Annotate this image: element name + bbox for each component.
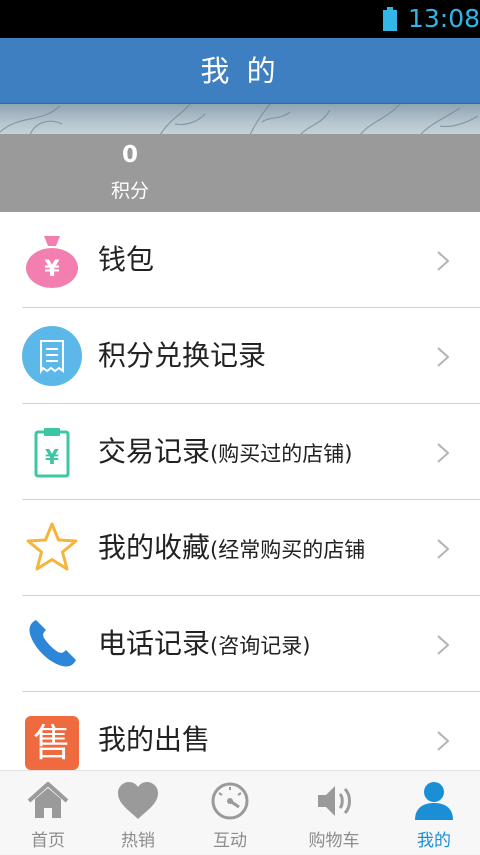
transactions-note: (购买过的店铺) [210,442,353,466]
page-title: 我 的 [0,38,480,104]
clipboard-yen-icon: ¥ [34,428,70,478]
tab-home[interactable]: 首页 [0,771,96,855]
status-bar: 13:08 [0,0,480,38]
branches-illustration [0,104,479,135]
menu-item-points-exchange[interactable]: 积分兑换记录 [0,308,480,404]
menu-item-wallet[interactable]: ¥ 钱包 [0,212,480,308]
tab-label: 首页 [31,831,65,851]
svg-text:¥: ¥ [45,445,59,469]
chevron-right-icon [437,539,450,559]
menu-item-transactions[interactable]: ¥ 交易记录(购买过的店铺) [0,404,480,500]
menu-item-label: 我的出售 [98,720,210,760]
tab-mine[interactable]: 我的 [386,771,480,855]
chevron-right-icon [437,635,450,655]
battery-icon [383,7,397,31]
dial-icon [211,782,249,820]
svg-text:¥: ¥ [44,257,60,282]
tab-label: 购物车 [308,831,360,851]
menu-item-phone-records[interactable]: 电话记录(咨询记录) [0,596,480,692]
money-bag-icon: ¥ [26,236,78,288]
points-exchange-label: 积分兑换记录 [98,339,267,372]
menu-item-label: 电话记录(咨询记录) [98,624,310,666]
menu-item-favorites[interactable]: 我的收藏(经常购买的店铺 [0,500,480,596]
menu-item-label: 积分兑换记录 [98,336,266,376]
menu-item-label: 我的收藏(经常购买的店铺 [98,528,365,570]
tab-label: 热销 [121,831,155,851]
profile-banner-image [0,104,480,135]
tab-label: 互动 [213,831,247,851]
tab-cart[interactable]: 购物车 [286,771,382,855]
sale-icon: 售 [25,716,79,770]
menu-item-my-sales[interactable]: 售 我的出售 [0,692,480,770]
heart-icon [118,782,158,819]
favorites-note: (经常购买的店铺 [210,538,366,562]
phone-icon [29,620,77,667]
home-icon [27,782,69,818]
tab-label: 我的 [417,831,451,851]
points-value: 0 [121,142,138,168]
menu-list: ¥ 钱包 积分兑换记录 ¥ 交易记录(购买过的店铺) 我的收藏(经常购买的店铺 … [0,212,480,770]
phone-records-label: 电话记录 [98,627,211,660]
star-icon [26,522,78,571]
phone-records-note: (咨询记录) [210,634,311,658]
chevron-right-icon [437,443,450,463]
tab-interact[interactable]: 互动 [182,771,278,855]
my-sales-label: 我的出售 [98,723,211,756]
points-panel[interactable]: 0 积分 [0,134,480,212]
bottom-tab-bar: 首页 热销 互动 购物车 我的 [0,770,480,854]
receipt-icon [22,326,82,386]
menu-item-label: 钱包 [98,240,154,280]
chevron-right-icon [437,251,450,271]
points-label: 积分 [110,180,149,202]
menu-item-label: 交易记录(购买过的店铺) [98,432,352,474]
wallet-label: 钱包 [98,243,155,276]
person-icon [415,782,453,820]
chevron-right-icon [437,347,450,367]
status-time: 13:08 [408,4,480,33]
chevron-right-icon [437,731,450,751]
favorites-label: 我的收藏 [98,531,211,564]
speaker-icon [318,786,351,816]
transactions-label: 交易记录 [98,435,211,468]
tab-hot[interactable]: 热销 [90,771,186,855]
